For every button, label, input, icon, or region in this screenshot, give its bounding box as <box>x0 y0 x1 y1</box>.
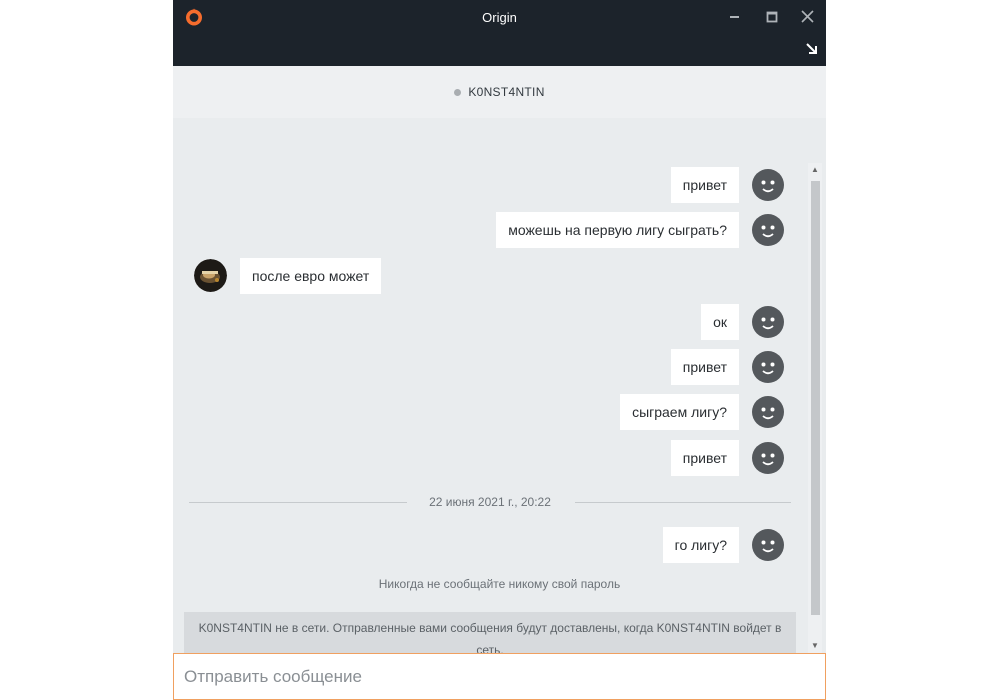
message-row: сыграем лигу? <box>173 394 826 430</box>
smiley-face-icon <box>761 453 775 466</box>
close-icon <box>801 10 814 23</box>
message-row: привет <box>173 440 826 476</box>
avatar[interactable] <box>752 306 784 338</box>
message-row: ок <box>173 304 826 340</box>
smiley-face-icon <box>761 317 775 330</box>
chat-header: K0NST4NTIN <box>173 66 826 118</box>
message-row: привет <box>173 167 826 203</box>
smiley-face-icon <box>761 540 775 553</box>
contact-name[interactable]: K0NST4NTIN <box>468 85 544 99</box>
message-bubble: после евро может <box>240 258 382 294</box>
message-row: после евро может <box>173 258 826 294</box>
status-dot <box>454 88 462 96</box>
avatar[interactable] <box>752 396 784 428</box>
divider <box>575 502 791 503</box>
message-bubble: можешь на первую лигу сыграть? <box>496 212 739 248</box>
scroll-up-arrow-icon[interactable]: ▲ <box>808 163 822 177</box>
minimize-button[interactable] <box>724 6 746 28</box>
smiley-face-icon <box>761 362 775 375</box>
minimize-icon <box>730 16 739 18</box>
avatar[interactable] <box>752 169 784 201</box>
origin-chat-window: Origin K0NST4NTIN привет можешь на перву… <box>173 0 826 700</box>
scrollbar[interactable]: ▲ ▼ <box>808 163 822 653</box>
avatar[interactable] <box>752 442 784 474</box>
message-row: го лигу? <box>173 527 826 563</box>
message-input[interactable] <box>182 664 806 690</box>
maximize-icon <box>766 11 778 23</box>
smiley-face-icon <box>761 225 775 238</box>
offline-notice: K0NST4NTIN не в сети. Отправленные вами … <box>184 612 796 656</box>
message-bubble: привет <box>670 349 739 385</box>
smiley-face-icon <box>761 407 775 420</box>
friend-avatar[interactable] <box>194 259 227 292</box>
password-warning: Никогда не сообщайте никому свой пароль <box>378 577 621 591</box>
message-bubble: привет <box>670 440 739 476</box>
date-separator: 22 июня 2021 г., 20:22 <box>189 490 791 514</box>
scroll-down-arrow-icon[interactable]: ▼ <box>808 639 822 653</box>
friend-avatar-image <box>194 259 227 292</box>
message-row: можешь на первую лигу сыграть? <box>173 212 826 248</box>
compose-box <box>173 653 826 700</box>
message-bubble: привет <box>670 167 739 203</box>
popout-arrow-icon <box>806 43 817 54</box>
maximize-button[interactable] <box>761 6 783 28</box>
scroll-thumb[interactable] <box>811 181 820 615</box>
message-row: привет <box>173 349 826 385</box>
message-bubble: ок <box>701 304 739 340</box>
popout-button[interactable] <box>803 40 821 58</box>
smiley-face-icon <box>761 180 775 193</box>
title-bar: Origin <box>173 0 826 66</box>
avatar[interactable] <box>752 214 784 246</box>
avatar[interactable] <box>752 529 784 561</box>
message-bubble: сыграем лигу? <box>620 394 739 430</box>
message-bubble: го лигу? <box>662 527 739 563</box>
close-button[interactable] <box>797 6 819 28</box>
avatar[interactable] <box>752 351 784 383</box>
